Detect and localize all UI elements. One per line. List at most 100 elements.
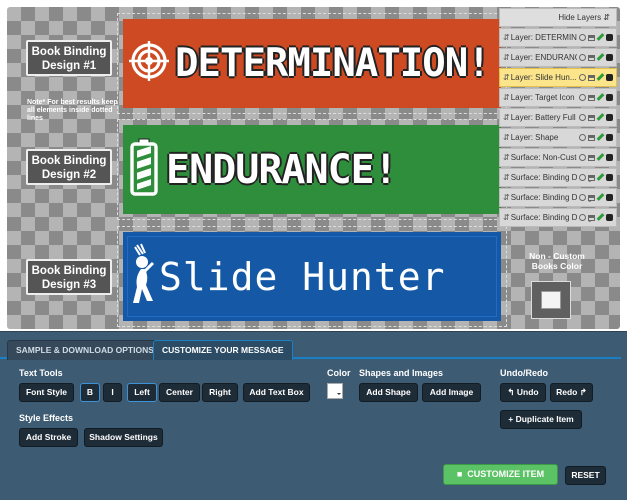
layer-controls — [577, 89, 613, 101]
visibility-icon[interactable] — [579, 94, 586, 101]
lock-icon[interactable] — [588, 195, 595, 201]
edit-icon[interactable] — [596, 73, 605, 81]
delete-icon[interactable] — [606, 34, 613, 41]
delete-icon[interactable] — [606, 54, 613, 61]
delete-icon[interactable] — [606, 214, 613, 221]
endurance-text[interactable]: ENDURANCE! — [166, 147, 398, 193]
tab-customize-message[interactable]: CUSTOMIZE YOUR MESSAGE — [153, 340, 293, 360]
drag-handle-icon[interactable]: ⇵ — [503, 93, 510, 102]
lock-icon[interactable] — [588, 95, 595, 101]
layer-row[interactable]: ⇵Surface: Binding Design3 — [499, 208, 617, 227]
lock-icon[interactable] — [588, 75, 595, 81]
non-custom-color-swatch[interactable] — [531, 281, 571, 319]
layer-label: Layer: ENDURANCE — [510, 53, 586, 62]
lock-icon[interactable] — [588, 115, 595, 121]
edit-icon[interactable] — [596, 213, 605, 221]
reset-button[interactable]: RESET — [565, 466, 606, 485]
drag-handle-icon[interactable]: ⇵ — [503, 73, 510, 82]
delete-icon[interactable] — [606, 114, 613, 121]
delete-icon[interactable] — [606, 154, 613, 161]
visibility-icon[interactable] — [579, 194, 586, 201]
swatch-color-chip — [541, 291, 561, 309]
delete-icon[interactable] — [606, 94, 613, 101]
drag-handle-icon[interactable]: ⇵ — [503, 173, 510, 182]
redo-button[interactable]: Redo ↱ — [550, 383, 593, 402]
align-right-button[interactable]: Right — [202, 383, 238, 402]
sort-icon: ⇵ — [603, 13, 610, 22]
layer-row[interactable]: ⇵Layer: ENDURANCE — [499, 48, 617, 67]
font-style-button[interactable]: Font Style — [19, 383, 74, 402]
add-stroke-button[interactable]: Add Stroke — [19, 428, 78, 447]
layer-row[interactable]: ⇵Layer: Target Icon — [499, 88, 617, 107]
duplicate-item-button[interactable]: + Duplicate Item — [500, 410, 582, 429]
add-shape-button[interactable]: Add Shape — [359, 383, 418, 402]
drag-handle-icon[interactable]: ⇵ — [503, 153, 510, 162]
design-1-label: Book Binding Design #1 — [26, 40, 112, 76]
determination-text[interactable]: DETERMINATION! — [175, 41, 491, 86]
bold-button[interactable]: B — [80, 383, 100, 402]
design-2-label-line2: Design #2 — [41, 169, 97, 181]
hide-layers-label: Hide Layers — [558, 13, 602, 22]
drag-handle-icon[interactable]: ⇵ — [503, 33, 510, 42]
edit-icon[interactable] — [596, 113, 605, 121]
visibility-icon[interactable] — [579, 174, 586, 181]
tab-sample-download[interactable]: SAMPLE & DOWNLOAD OPTIONS — [7, 340, 163, 360]
undo-button[interactable]: ↰ Undo — [500, 383, 546, 402]
add-image-button[interactable]: Add Image — [422, 383, 481, 402]
lock-icon[interactable] — [588, 175, 595, 181]
binding-design-3[interactable]: Slide Hunter — [117, 226, 507, 327]
text-color-picker[interactable] — [327, 383, 343, 399]
target-icon[interactable] — [129, 41, 169, 86]
visibility-icon[interactable] — [579, 34, 586, 41]
visibility-icon[interactable] — [579, 214, 586, 221]
lock-icon[interactable] — [588, 35, 595, 41]
layer-row[interactable]: ⇵Layer: DETERMINATI — [499, 28, 617, 47]
drag-handle-icon[interactable]: ⇵ — [503, 193, 510, 202]
layer-row[interactable]: ⇵Surface: Binding Design2 — [499, 188, 617, 207]
visibility-icon[interactable] — [579, 114, 586, 121]
drag-handle-icon[interactable]: ⇵ — [503, 213, 510, 222]
battery-full-icon[interactable] — [130, 138, 158, 201]
layer-row[interactable]: ⇵Surface: Non-Custom Books — [499, 148, 617, 167]
align-left-button[interactable]: Left — [127, 383, 157, 402]
edit-icon[interactable] — [596, 93, 605, 101]
align-center-button[interactable]: Center — [159, 383, 200, 402]
shadow-settings-button[interactable]: Shadow Settings — [84, 428, 163, 447]
layer-row[interactable]: ⇵Layer: Battery Full — [499, 108, 617, 127]
lock-icon[interactable] — [588, 55, 595, 61]
edit-icon[interactable] — [596, 153, 605, 161]
customize-item-button[interactable]: ■ CUSTOMIZE ITEM — [443, 464, 558, 485]
binding-design-2-surface[interactable]: ENDURANCE! — [123, 125, 501, 214]
add-text-box-button[interactable]: Add Text Box — [243, 383, 310, 402]
delete-icon[interactable] — [606, 194, 613, 201]
non-custom-label-line1: Non - Custom — [529, 251, 585, 261]
visibility-icon[interactable] — [579, 154, 586, 161]
delete-icon[interactable] — [606, 174, 613, 181]
binding-design-1[interactable]: DETERMINATION! — [117, 13, 507, 114]
edit-icon[interactable] — [596, 133, 605, 141]
italic-button[interactable]: I — [103, 383, 122, 402]
lock-icon[interactable] — [588, 135, 595, 141]
lock-icon[interactable] — [588, 155, 595, 161]
visibility-icon[interactable] — [579, 54, 586, 61]
drag-handle-icon[interactable]: ⇵ — [503, 133, 510, 142]
delete-icon[interactable] — [606, 74, 613, 81]
binding-design-3-surface[interactable]: Slide Hunter — [123, 232, 501, 321]
design-2-label: Book Binding Design #2 — [26, 149, 112, 185]
lock-icon[interactable] — [588, 215, 595, 221]
binding-design-2[interactable]: ENDURANCE! — [117, 119, 507, 220]
binding-design-1-surface[interactable]: DETERMINATION! — [123, 19, 501, 108]
hide-layers-button[interactable]: Hide Layers ⇵ — [499, 8, 617, 27]
edit-icon[interactable] — [596, 53, 605, 61]
drag-handle-icon[interactable]: ⇵ — [503, 113, 510, 122]
drag-handle-icon[interactable]: ⇵ — [503, 53, 510, 62]
edit-icon[interactable] — [596, 33, 605, 41]
visibility-icon[interactable] — [579, 134, 586, 141]
layer-row[interactable]: ⇵Surface: Binding Design1 — [499, 168, 617, 187]
delete-icon[interactable] — [606, 134, 613, 141]
edit-icon[interactable] — [596, 193, 605, 201]
visibility-icon[interactable] — [579, 74, 586, 81]
edit-icon[interactable] — [596, 173, 605, 181]
layer-row[interactable]: ⇵Layer: Slide Hun... — [499, 68, 617, 87]
layer-row[interactable]: ⇵Layer: Shape — [499, 128, 617, 147]
